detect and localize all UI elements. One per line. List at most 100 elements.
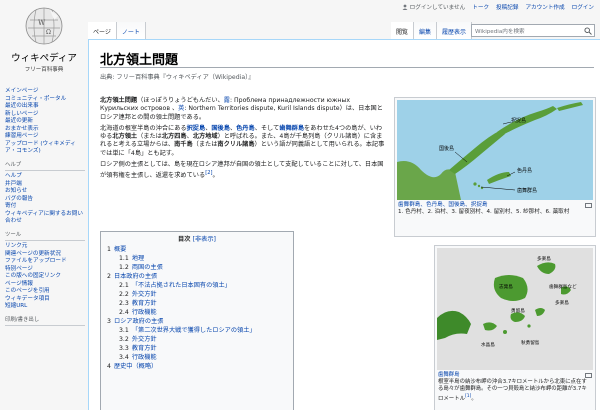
map-image-habomai[interactable]: 多楽島 志発島 歯舞群島など 多楽島 勇留島 秋勇留島 水晶島	[437, 248, 593, 370]
title-divider	[100, 67, 594, 68]
sidebar-item-new-pages[interactable]: 新しいページ	[5, 111, 85, 119]
caption-body: 根室半島の納沙布岬の沖合3.7キロメートルから北東に点在する島々が歯舞群島。その…	[438, 379, 587, 402]
site-sub: 出典: フリー百科事典『ウィキペディア（Wikipedia）』	[100, 74, 255, 81]
toc-item[interactable]: 2.3 教育方針	[107, 299, 287, 308]
text: （または	[192, 141, 218, 149]
sidebar-item-related-changes[interactable]: 関連ページの更新状況	[5, 251, 85, 259]
wikipedia-logo[interactable]: W Ω ウィキペディア フリー百科事典	[4, 6, 84, 73]
toc-link[interactable]: 教育方針	[132, 344, 157, 353]
svg-text:Ω: Ω	[46, 29, 51, 36]
tab-page[interactable]: ページ	[88, 22, 117, 39]
sidebar-item-sandbox[interactable]: 練習用ページ	[5, 133, 85, 141]
puzzle-globe-icon: W Ω	[25, 7, 63, 45]
toc-link[interactable]: 地理	[132, 254, 144, 263]
article-body: 北方領土問題（ほっぽうりょうどもんだい、露: Проблема принадле…	[100, 97, 385, 184]
toc-number: 2.4	[119, 309, 129, 316]
sidebar-item-current-events[interactable]: 最近の出来事	[5, 103, 85, 111]
link-shikotan[interactable]: 色丹島	[236, 125, 255, 132]
sidebar-item-upload-file[interactable]: ファイルをアップロード	[5, 258, 85, 266]
toc-link[interactable]: ロシア政府の主張	[114, 317, 164, 326]
sidebar-item-notices[interactable]: お知らせ	[5, 188, 85, 196]
toc-link[interactable]: 歴史中（概略）	[114, 362, 157, 371]
login-link[interactable]: ログイン	[572, 3, 594, 11]
enlarge-icon[interactable]	[585, 373, 592, 378]
paragraph-2: 北海道の根室半島の沖合にある択捉島、国後島、色丹島、そして歯舞群島をあわせた4つ…	[100, 125, 385, 158]
toc-item[interactable]: 1.2 両国の主張	[107, 263, 287, 272]
sidebar-item-village-pump[interactable]: 井戸端	[5, 181, 85, 189]
toc-item[interactable]: 1.1 地理	[107, 254, 287, 263]
table-of-contents: 目次 [非表示] 1 概要 1.1 地理 1.2 両国の主張 2 日本政府の主張 2.1…	[100, 231, 294, 410]
sidebar-item-what-links-here[interactable]: リンク元	[5, 243, 85, 251]
sidebar-item-donate[interactable]: 寄付	[5, 203, 85, 211]
sidebar-item-upload-commons[interactable]: アップロード (ウィキメディア・コモンズ)	[5, 141, 85, 156]
tab-history[interactable]: 履歴表示	[437, 22, 473, 39]
talk-link[interactable]: トーク	[472, 3, 489, 11]
sidebar-item-bug-report[interactable]: バグの報告	[5, 196, 85, 204]
map-label-kunashiri: 国後島	[439, 145, 454, 152]
sidebar-tools: ツール リンク元 関連ページの更新状況 ファイルをアップロード 特別ページ この…	[5, 232, 85, 311]
sidebar-item-random[interactable]: おまかせ表示	[5, 126, 85, 134]
toc-item[interactable]: 3.2 外交方針	[107, 335, 287, 344]
tab-read[interactable]: 閲覧	[391, 22, 415, 39]
toc-link[interactable]: 行政機能	[132, 353, 157, 362]
toc-link[interactable]: 「不法占拠された日本固有の領土」	[132, 281, 231, 290]
toc-item[interactable]: 3.3 教育方針	[107, 344, 287, 353]
toc-link[interactable]: 教育方針	[132, 299, 157, 308]
toc-link[interactable]: 両国の主張	[132, 263, 163, 272]
toc-item[interactable]: 3.1 「第二次世界大戦で獲得したロシアの領土」	[107, 326, 287, 335]
toc-item[interactable]: 2.1 「不法占拠された日本固有の領土」	[107, 281, 287, 290]
toc-number: 3.4	[119, 354, 129, 361]
toc-item[interactable]: 2.4 行政機能	[107, 308, 287, 317]
toc-number: 3.1	[119, 327, 129, 334]
sidebar-item-main-page[interactable]: メインページ	[5, 88, 85, 96]
sidebar-item-community-portal[interactable]: コミュニティ・ポータル	[5, 96, 85, 104]
toc-item[interactable]: 1 概要	[107, 245, 287, 254]
sidebar-item-wikidata[interactable]: ウィキデータ項目	[5, 296, 85, 304]
article-content: 北方領土問題 出典: フリー百科事典『ウィキペディア（Wikipedia）』 北…	[88, 39, 600, 410]
toc-link[interactable]: 行政機能	[132, 308, 157, 317]
sidebar-item-recent-changes[interactable]: 最近の更新	[5, 118, 85, 126]
sidebar-item-short-url[interactable]: 短縮URL	[5, 303, 85, 311]
toc-item[interactable]: 3.4 行政機能	[107, 353, 287, 362]
contributions-link[interactable]: 投稿記録	[496, 3, 518, 11]
reference-link[interactable]: [2]	[205, 170, 212, 176]
logo-subtitle: フリー百科事典	[24, 67, 64, 73]
sidebar-item-help[interactable]: ヘルプ	[5, 173, 85, 181]
sidebar-item-page-info[interactable]: ページ情報	[5, 281, 85, 289]
toc-link[interactable]: 「第二次世界大戦で獲得したロシアの領土」	[132, 326, 256, 335]
create-account-link[interactable]: アカウント作成	[525, 3, 564, 11]
toc-item[interactable]: 2.2 外交方針	[107, 290, 287, 299]
enlarge-icon[interactable]	[585, 203, 592, 208]
search-icon[interactable]	[584, 27, 592, 35]
toc-toggle-button[interactable]: [非表示]	[193, 236, 216, 243]
toc-link[interactable]: 外交方針	[132, 335, 157, 344]
toc-item[interactable]: 2 日本政府の主張	[107, 272, 287, 281]
toc-item[interactable]: 4 歴史中（概略）	[107, 362, 287, 371]
search-placeholder: Wikipedia内を検索	[475, 29, 525, 35]
sidebar-item-permanent-link[interactable]: この版への固定リンク	[5, 273, 85, 281]
link-etorofu[interactable]: 択捉島	[187, 125, 206, 132]
caption-title[interactable]: 歯舞群島	[438, 372, 592, 379]
map-image-northern-territories[interactable]: 国後島 択捉島 色丹島 歯舞群島	[397, 100, 593, 200]
map-label-etorofu: 択捉島	[511, 117, 526, 124]
toc-link[interactable]: 概要	[114, 245, 126, 254]
toc-item[interactable]: 3 ロシア政府の主張	[107, 317, 287, 326]
sidebar-print-heading: 印刷/書き出し	[5, 317, 85, 326]
toc-link[interactable]: 日本政府の主張	[114, 272, 157, 281]
link-habomai[interactable]: 歯舞群島	[279, 125, 304, 132]
toc-title: 目次 [非表示]	[107, 235, 287, 244]
text: 。	[212, 172, 219, 180]
sidebar-item-special-pages[interactable]: 特別ページ	[5, 266, 85, 274]
bold-term: 南クリル諸島	[217, 141, 255, 149]
sidebar-item-contact[interactable]: ウィキペディアに関するお問い合わせ	[5, 211, 85, 226]
toc-link[interactable]: 外交方針	[132, 290, 157, 299]
toc-number: 2.3	[119, 300, 129, 307]
text: ロシア側の主張としては、島を現在ロシア連邦が自国の領土として支配していることに対…	[100, 161, 384, 180]
link-kunashiri[interactable]: 国後島	[211, 125, 230, 132]
tab-talk[interactable]: ノート	[116, 22, 146, 39]
logo-title: ウィキペディア	[11, 53, 77, 64]
map2-label-taraku: 多楽島	[555, 299, 569, 306]
search-input[interactable]: Wikipedia内を検索	[471, 24, 595, 37]
tab-edit[interactable]: 編集	[414, 22, 438, 39]
sidebar-item-cite[interactable]: このページを引用	[5, 288, 85, 296]
